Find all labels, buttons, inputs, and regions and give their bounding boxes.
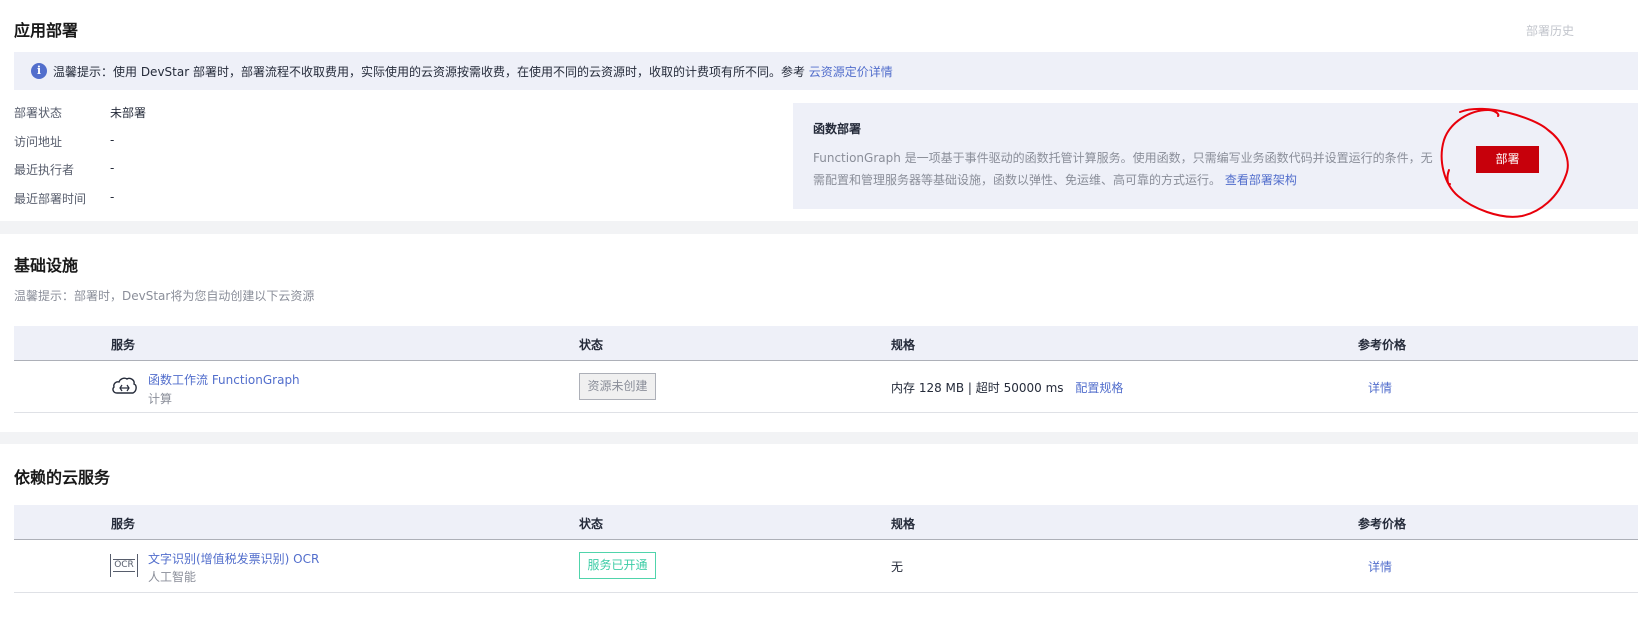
- service-name-link[interactable]: 文字识别(增值税发票识别) OCR: [148, 550, 319, 567]
- infrastructure-tip: 温馨提示：部署时，DevStar将为您自动创建以下云资源: [14, 289, 315, 303]
- status-badge: 资源未创建: [579, 373, 656, 400]
- tip-text: 温馨提示：使用 DevStar 部署时，部署流程不收取费用，实际使用的云资源按需…: [53, 63, 893, 80]
- column-spec: 规格: [891, 517, 916, 531]
- column-spec: 规格: [891, 338, 916, 352]
- column-service: 服务: [111, 338, 136, 352]
- column-status: 状态: [579, 338, 604, 352]
- service-category: 计算: [148, 392, 173, 406]
- price-detail-link[interactable]: 详情: [1368, 558, 1392, 575]
- price-detail-link[interactable]: 详情: [1368, 379, 1392, 396]
- pricing-link[interactable]: 云资源定价详情: [809, 65, 893, 79]
- deploy-time-value: -: [110, 190, 115, 204]
- column-service: 服务: [111, 517, 136, 531]
- function-deploy-desc-2: 需配置和管理服务器等基础设施，函数以弹性、免运维、高可靠的方式运行。: [813, 173, 1222, 187]
- service-category: 人工智能: [148, 570, 197, 584]
- info-icon: i: [31, 63, 47, 79]
- section-divider: [0, 221, 1638, 234]
- function-deploy-title: 函数部署: [813, 122, 862, 136]
- function-deploy-desc-1: FunctionGraph 是一项基于事件驱动的函数托管计算服务。使用函数，只需…: [813, 151, 1433, 165]
- dependencies-title: 依赖的云服务: [14, 468, 111, 487]
- configure-spec-link[interactable]: 配置规格: [1075, 381, 1123, 395]
- executor-value: -: [110, 161, 115, 175]
- spec-text-wrap: 内存 128 MB | 超时 50000 ms 配置规格: [891, 379, 1123, 396]
- annotation-circle: [1440, 107, 1569, 218]
- status-badge: 服务已开通: [579, 552, 656, 579]
- status-value: 未部署: [110, 106, 147, 120]
- deploy-time-label: 最近部署时间: [14, 192, 87, 206]
- infrastructure-title: 基础设施: [14, 256, 79, 275]
- spec-text: 内存 128 MB | 超时 50000 ms: [891, 381, 1064, 395]
- page-title: 应用部署: [14, 21, 79, 40]
- deploy-history-link[interactable]: 部署历史: [1526, 22, 1574, 39]
- url-value: -: [110, 133, 115, 147]
- row-divider: [14, 412, 1638, 413]
- row-divider: [14, 592, 1638, 593]
- function-deploy-desc-2-wrap: 需配置和管理服务器等基础设施，函数以弹性、免运维、高可靠的方式运行。 查看部署架…: [813, 171, 1297, 188]
- service-name-link[interactable]: 函数工作流 FunctionGraph: [148, 371, 300, 388]
- spec-text: 无: [891, 560, 904, 574]
- ocr-icon: OCR: [110, 554, 138, 577]
- ocr-icon-label: OCR: [113, 559, 135, 572]
- column-price: 参考价格: [1358, 517, 1407, 531]
- column-price: 参考价格: [1358, 338, 1407, 352]
- section-divider: [0, 432, 1638, 444]
- executor-label: 最近执行者: [14, 163, 75, 177]
- url-label: 访问地址: [14, 135, 63, 149]
- status-label: 部署状态: [14, 106, 63, 120]
- tip-message: 温馨提示：使用 DevStar 部署时，部署流程不收取费用，实际使用的云资源按需…: [53, 65, 805, 79]
- column-status: 状态: [579, 517, 604, 531]
- view-architecture-link[interactable]: 查看部署架构: [1225, 173, 1297, 187]
- cloud-function-icon: [112, 377, 137, 394]
